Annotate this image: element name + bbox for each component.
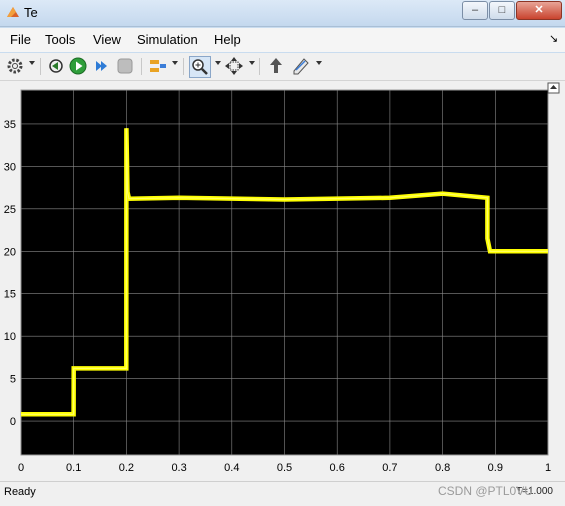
fit-to-view-icon[interactable] (224, 56, 244, 76)
settings-dropdown-icon[interactable] (29, 61, 35, 65)
x-tick-label: 0.2 (119, 462, 134, 474)
x-tick-label: 0.3 (171, 462, 186, 474)
y-tick-label: 5 (10, 374, 16, 386)
matlab-app-icon (7, 7, 19, 17)
x-tick-label: 0.9 (488, 462, 503, 474)
maximize-button[interactable]: □ (489, 1, 515, 20)
fit-dropdown-icon[interactable] (249, 61, 255, 65)
axes-expand-icon[interactable] (547, 82, 560, 94)
y-tick-labels: 0 5 10 15 20 25 30 35 (4, 119, 16, 428)
highlight-block-icon[interactable] (266, 56, 286, 76)
menu-file[interactable]: File (10, 32, 31, 47)
close-button[interactable]: ✕ (516, 1, 562, 20)
x-tick-label: 0 (18, 462, 24, 474)
style-icon[interactable] (291, 56, 311, 76)
x-tick-label: 0.6 (330, 462, 345, 474)
y-tick-label: 35 (4, 119, 16, 131)
scope-axes[interactable]: 0 5 10 15 20 25 30 35 0 0.1 0.2 0.3 0.4 0.5 0.6 0.7 0.8… (0, 81, 565, 481)
watermark: CSDN @PTL0VU (438, 484, 533, 498)
menu-help[interactable]: Help (214, 32, 241, 47)
y-tick-label: 25 (4, 204, 16, 216)
run-icon[interactable] (68, 56, 88, 76)
toolbar-separator (183, 58, 184, 75)
x-tick-label: 0.1 (66, 462, 81, 474)
menu-simulation[interactable]: Simulation (137, 32, 198, 47)
signal-dropdown-icon[interactable] (172, 61, 178, 65)
step-forward-icon[interactable] (92, 56, 112, 76)
x-tick-label: 0.4 (224, 462, 239, 474)
gear-icon[interactable] (5, 56, 25, 76)
y-tick-label: 10 (4, 331, 16, 343)
y-tick-label: 15 (4, 289, 16, 301)
toolbar-separator (259, 58, 260, 75)
stop-icon[interactable] (115, 56, 135, 76)
menu-view[interactable]: View (93, 32, 121, 47)
step-back-icon[interactable] (46, 56, 66, 76)
menu-bar (0, 28, 565, 52)
window-title: Te (24, 5, 38, 20)
toolbar-separator (40, 58, 41, 75)
style-dropdown-icon[interactable] (316, 61, 322, 65)
y-tick-label: 0 (10, 416, 16, 428)
undock-arrow-icon[interactable]: ↘ (549, 32, 558, 45)
y-tick-label: 30 (4, 161, 16, 173)
x-tick-label: 0.8 (435, 462, 450, 474)
x-tick-label: 1 (545, 462, 551, 474)
zoom-dropdown-icon[interactable] (215, 61, 221, 65)
x-tick-label: 0.7 (382, 462, 397, 474)
y-tick-label: 20 (4, 246, 16, 258)
x-tick-labels: 0 0.1 0.2 0.3 0.4 0.5 0.6 0.7 0.8 0.9 1 (18, 462, 551, 474)
minimize-button[interactable]: – (462, 1, 488, 20)
menu-tools[interactable]: Tools (45, 32, 75, 47)
status-text: Ready (4, 486, 36, 498)
signal-select-icon[interactable] (148, 56, 168, 76)
toolbar-separator (141, 58, 142, 75)
x-tick-label: 0.5 (277, 462, 292, 474)
zoom-icon[interactable] (189, 56, 211, 78)
